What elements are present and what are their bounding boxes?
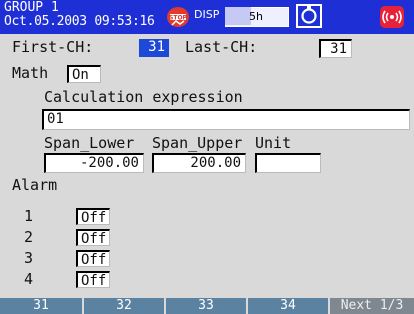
alarm-label: Alarm — [12, 176, 58, 194]
alarm-icon — [380, 6, 404, 28]
alarm-field-2[interactable]: Off — [76, 229, 110, 247]
expression-field[interactable]: 01 — [42, 109, 410, 130]
expression-label: Calculation expression — [44, 88, 243, 106]
disp-label: DISP — [194, 8, 220, 21]
alarm-field-4[interactable]: Off — [76, 271, 110, 289]
softkey-31[interactable]: 31 — [0, 298, 82, 314]
math-label: Math — [12, 64, 49, 82]
alarm-number: 1 — [24, 207, 34, 225]
alarm-number: 2 — [24, 228, 34, 246]
group-title: GROUP 1 — [4, 0, 59, 15]
svg-text:STOP: STOP — [169, 15, 188, 22]
softkey-33[interactable]: 33 — [166, 298, 246, 314]
unit-label: Unit — [255, 134, 292, 152]
first-ch-field[interactable]: 31 — [139, 39, 169, 57]
last-ch-field[interactable]: 31 — [319, 39, 352, 58]
span-upper-label: Span_Upper — [152, 134, 243, 152]
span-lower-label: Span_Lower — [44, 134, 135, 152]
span-upper-field[interactable]: 200.00 — [152, 153, 246, 173]
unit-field[interactable] — [255, 153, 321, 173]
date-time: Oct.05.2003 09:53:16 — [4, 14, 155, 29]
first-ch-label: First-CH: — [12, 38, 94, 56]
softkey-32[interactable]: 32 — [84, 298, 164, 314]
last-ch-label: Last-CH: — [185, 38, 258, 56]
math-field[interactable]: On — [67, 65, 101, 83]
alarm-number: 3 — [24, 249, 34, 267]
stop-icon: STOP — [167, 7, 189, 27]
softkey-next[interactable]: Next 1/3 — [330, 298, 414, 314]
span-lower-field[interactable]: -200.00 — [44, 153, 144, 173]
softkey-34[interactable]: 34 — [248, 298, 328, 314]
alarm-field-3[interactable]: Off — [76, 250, 110, 268]
memory-time-value: 5h — [249, 10, 263, 23]
media-icon — [296, 4, 322, 28]
alarm-number: 4 — [24, 270, 34, 288]
alarm-field-1[interactable]: Off — [76, 208, 110, 226]
